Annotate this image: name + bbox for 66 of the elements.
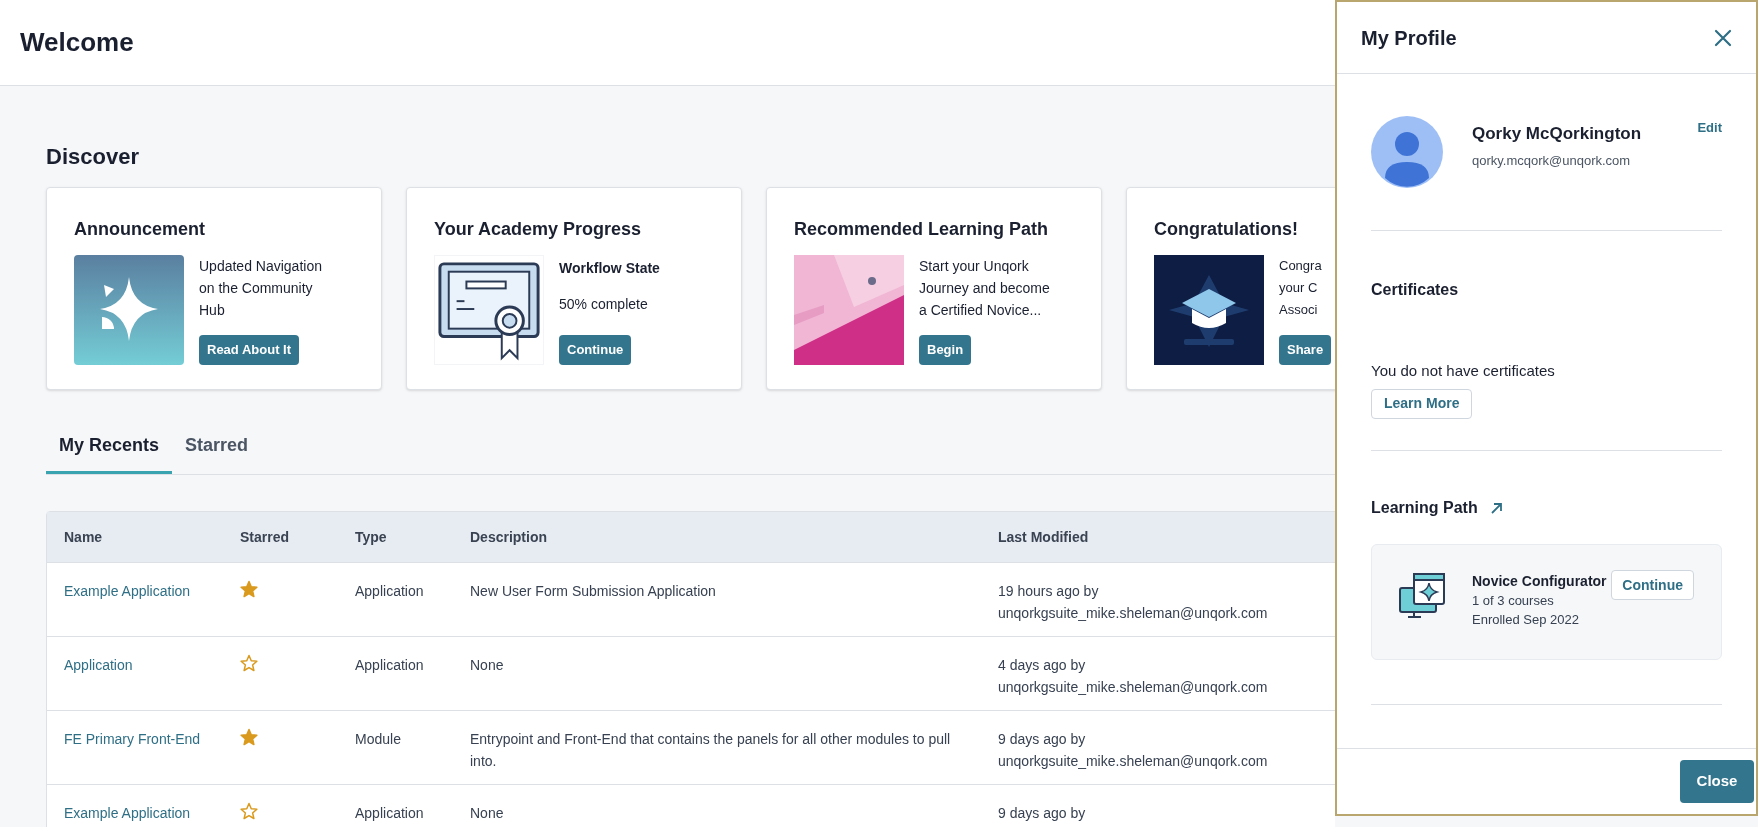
card-title: Announcement [74, 218, 206, 241]
user-name: Qorky McQorkington [1472, 123, 1642, 145]
card-title: Your Academy Progress [434, 218, 643, 241]
column-header: Type [355, 527, 388, 547]
course-name: Novice Configurator [1472, 572, 1607, 591]
course-count: 1 of 3 courses [1472, 592, 1555, 610]
table-cell-text: 4 days ago by [998, 656, 1087, 675]
panel-title: My Profile [1361, 25, 1457, 51]
enrolled-date: Enrolled Sep 2022 [1472, 611, 1580, 629]
table-cell-text: Module [355, 730, 402, 749]
certificate-icon [434, 255, 544, 365]
card-text: your C [1279, 279, 1319, 297]
table-cell-text: 9 days ago by [998, 730, 1087, 749]
close-icon[interactable] [1714, 28, 1732, 47]
sparkle-illustration-icon [74, 255, 184, 365]
table-cell-text: unqorkgsuite_mike.sheleman@unqork.com [998, 678, 1269, 697]
monitor-sparkle-icon [1399, 573, 1445, 619]
table-cell-text: 19 hours ago by [998, 582, 1100, 601]
card-text: Updated Navigation on the Community Hub [199, 257, 323, 320]
continue-button[interactable]: Continue [1611, 570, 1694, 600]
table-cell-text: New User Form Submission Application [470, 582, 717, 601]
card-heading: Workflow State [559, 259, 661, 278]
page-title: Welcome [20, 26, 134, 59]
filled-star-icon[interactable] [240, 580, 258, 598]
table-cell-text: Application [355, 582, 425, 601]
learn-more-button[interactable]: Learn More [1371, 388, 1473, 419]
section-title: Certificates [1371, 280, 1460, 300]
card-button[interactable]: Read About It [199, 335, 299, 365]
table-cell-text: None [470, 804, 505, 823]
close-button[interactable]: Close [1680, 760, 1754, 803]
tab[interactable]: My Recents [46, 430, 173, 474]
user-email: qorky.mcqork@unqork.com [1472, 151, 1632, 170]
section-title: Discover [46, 143, 140, 171]
edit-link[interactable]: Edit [1697, 118, 1722, 136]
item-link[interactable]: Example Application [64, 802, 204, 824]
table-cell-text: unqorkgsuite_mike.sheleman@unqork.com [998, 604, 1269, 623]
card-text: Associ [1279, 301, 1319, 319]
column-header: Name [64, 527, 104, 547]
filled-star-icon[interactable] [240, 728, 258, 746]
card-button[interactable]: Begin [919, 335, 972, 365]
card-text: 50% complete [559, 295, 649, 314]
card-title: Congratulations! [1154, 218, 1299, 241]
table-cell-text: Application [355, 656, 425, 675]
table-cell-text: unqorkgsuite_mike.sheleman@unqork.com [998, 752, 1269, 771]
item-link[interactable]: Example Application [64, 580, 204, 602]
star-outline-icon[interactable] [240, 654, 258, 672]
item-link[interactable]: Application [64, 654, 204, 676]
card-title: Recommended Learning Path [794, 218, 1050, 241]
table-cell-text: Entrypoint and Front-End that contains the panels for all other modules to pull into. [470, 730, 952, 771]
section-title: Learning Path [1371, 498, 1478, 518]
item-link[interactable]: FE Primary Front-End [64, 728, 204, 750]
table-cell-text: None [470, 656, 505, 675]
star-outline-icon[interactable] [240, 802, 258, 820]
card-text: Start your Unqork Journey and become a Certified Novice... [919, 257, 1051, 320]
table-cell-text: Application [355, 804, 425, 823]
empty-message: You do not have certificates [1371, 361, 1556, 381]
column-header: Starred [240, 527, 291, 547]
table-cell-text: 9 days ago by [998, 804, 1087, 823]
card-text: Congra [1279, 257, 1323, 275]
card-button[interactable]: Continue [559, 335, 632, 365]
column-header: Description [470, 527, 548, 547]
tab[interactable]: Starred [172, 430, 262, 474]
external-link-icon[interactable] [1489, 501, 1503, 515]
column-header: Last Modified [998, 527, 1090, 547]
avatar-icon [1371, 116, 1443, 188]
card-button[interactable]: Share [1279, 335, 1332, 365]
